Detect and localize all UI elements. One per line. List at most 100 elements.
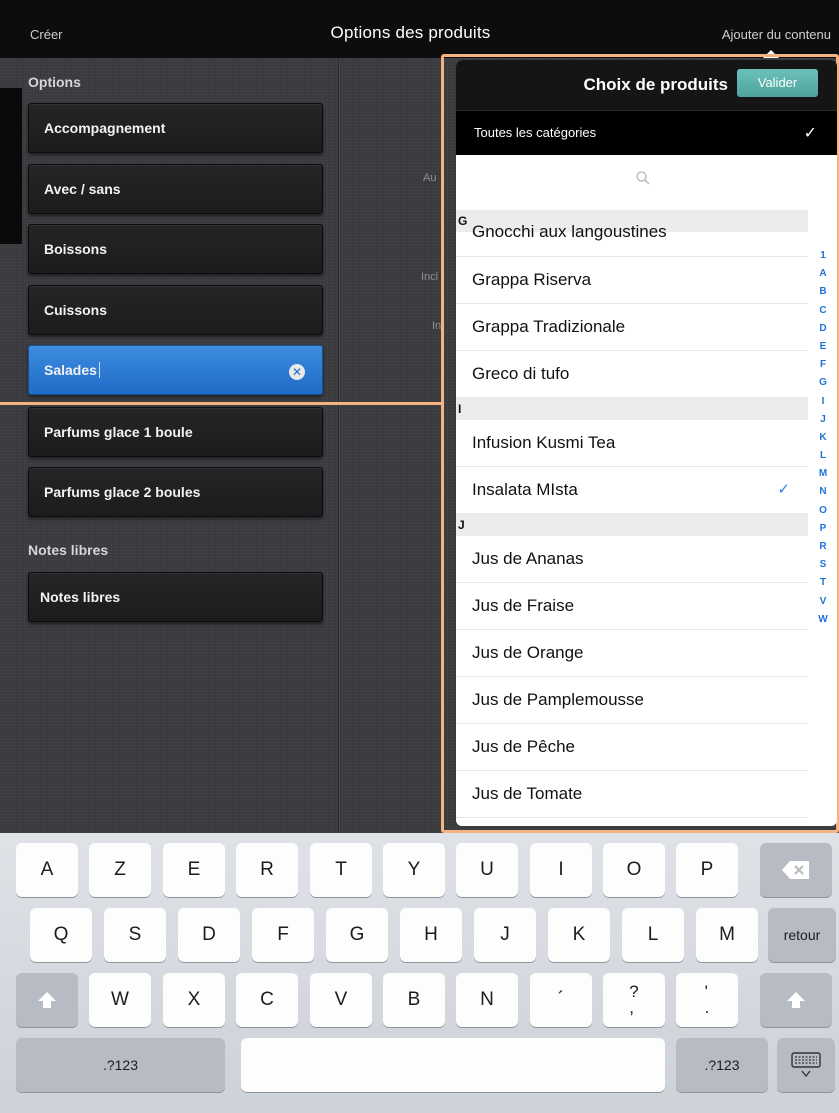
key[interactable]: A [16, 843, 78, 897]
list-item[interactable]: Grappa Riserva [456, 257, 808, 304]
index-letter[interactable]: A [812, 268, 834, 286]
category-selector[interactable]: Toutes les catégories ✓ [456, 110, 837, 155]
key[interactable]: E [163, 843, 225, 897]
list-item[interactable]: Jus de Pêche [456, 724, 808, 771]
popover-title: Choix de produits [583, 75, 729, 94]
list-item[interactable]: Gnocchi aux langoustines [456, 222, 808, 257]
question-comma-key[interactable]: ? , [603, 973, 665, 1027]
index-letter[interactable]: 1 [812, 250, 834, 268]
backspace-key[interactable] [760, 843, 832, 897]
index-letter[interactable]: P [812, 523, 834, 541]
index-letter[interactable]: W [812, 614, 834, 632]
text-cursor [98, 362, 100, 378]
hidden-label: In [432, 320, 442, 332]
hidden-label: Incl [421, 271, 439, 283]
option-accompagnement[interactable]: Accompagnement [28, 103, 323, 153]
index-letter[interactable]: J [812, 414, 834, 432]
list-item[interactable]: Jus de Pamplemousse [456, 677, 808, 724]
key[interactable]: Y [383, 843, 445, 897]
index-letter[interactable]: E [812, 341, 834, 359]
notes-button[interactable]: Notes libres [28, 572, 323, 622]
item-label: Infusion Kusmi Tea [472, 433, 616, 452]
shift-key[interactable] [16, 973, 78, 1027]
key[interactable]: B [383, 973, 445, 1027]
key[interactable]: H [400, 908, 462, 962]
list-item[interactable]: Grappa Tradizionale [456, 304, 808, 351]
key[interactable]: F [252, 908, 314, 962]
index-letter[interactable]: M [812, 468, 834, 486]
return-key[interactable]: retour [768, 908, 836, 962]
key[interactable]: J [474, 908, 536, 962]
index-letter[interactable]: B [812, 286, 834, 304]
key[interactable]: U [456, 843, 518, 897]
index-letter[interactable]: N [812, 486, 834, 504]
option-avec-sans[interactable]: Avec / sans [28, 164, 323, 214]
option-label: Accompagnement [44, 120, 166, 136]
list-item[interactable]: Jus de Tomate [456, 771, 808, 818]
shift-icon [787, 992, 805, 1008]
index-letter[interactable]: K [812, 432, 834, 450]
add-content-link[interactable]: Ajouter du contenu [722, 27, 831, 42]
key[interactable]: L [622, 908, 684, 962]
index-letter[interactable]: D [812, 323, 834, 341]
index-letter[interactable]: V [812, 596, 834, 614]
index-letter[interactable]: I [812, 396, 834, 414]
column-divider [338, 58, 340, 833]
key[interactable]: M [696, 908, 758, 962]
list-item[interactable]: Jus de Orange [456, 630, 808, 677]
list-item[interactable]: Jus de Ananas [456, 536, 808, 583]
list-item[interactable]: Infusion Kusmi Tea [456, 420, 808, 467]
index-letter[interactable]: R [812, 541, 834, 559]
key[interactable]: O [603, 843, 665, 897]
key[interactable]: Z [89, 843, 151, 897]
key[interactable]: P [676, 843, 738, 897]
key[interactable]: G [326, 908, 388, 962]
index-letter[interactable]: T [812, 577, 834, 595]
key[interactable]: R [236, 843, 298, 897]
option-salades-input[interactable]: Salades ✕ [28, 345, 323, 395]
option-parfums-2-boules[interactable]: Parfums glace 2 boules [28, 467, 323, 517]
key[interactable]: W [89, 973, 151, 1027]
key[interactable]: I [530, 843, 592, 897]
numbers-key[interactable]: .?123 [16, 1038, 225, 1092]
key[interactable]: N [456, 973, 518, 1027]
shift-key-right[interactable] [760, 973, 832, 1027]
option-label: Parfums glace 1 boule [44, 424, 193, 440]
option-parfums-1-boule[interactable]: Parfums glace 1 boule [28, 407, 323, 457]
list-item[interactable]: Jus de Fraise [456, 583, 808, 630]
validate-button[interactable]: Valider [737, 69, 818, 97]
clear-icon[interactable]: ✕ [289, 364, 305, 380]
space-key[interactable] [241, 1038, 665, 1092]
key[interactable]: C [236, 973, 298, 1027]
item-label: Jus de Ananas [472, 549, 584, 568]
option-label: Cuissons [44, 302, 108, 318]
option-boissons[interactable]: Boissons [28, 224, 323, 274]
item-label: Greco di tufo [472, 364, 570, 383]
index-letter[interactable]: G [812, 377, 834, 395]
alphabet-index[interactable]: 1 A B C D E F G I J K L M N O P R S T V … [812, 250, 834, 632]
key[interactable]: K [548, 908, 610, 962]
numbers-key-right[interactable]: .?123 [676, 1038, 768, 1092]
key[interactable]: V [310, 973, 372, 1027]
index-letter[interactable]: L [812, 450, 834, 468]
index-letter[interactable]: F [812, 359, 834, 377]
accent-key[interactable]: ´ [530, 973, 592, 1027]
list-item[interactable]: Greco di tufo [456, 351, 808, 398]
key[interactable]: D [178, 908, 240, 962]
product-list[interactable]: G Gnocchi aux langoustines Grappa Riserv… [456, 210, 808, 826]
key[interactable]: X [163, 973, 225, 1027]
key[interactable]: S [104, 908, 166, 962]
key[interactable]: Q [30, 908, 92, 962]
index-letter[interactable]: O [812, 505, 834, 523]
list-item-selected[interactable]: Insalata MIsta ✓ [456, 467, 808, 514]
index-letter[interactable]: S [812, 559, 834, 577]
apostrophe-period-key[interactable]: ' . [676, 973, 738, 1027]
section-header-i: I [456, 398, 808, 420]
index-letter[interactable]: C [812, 305, 834, 323]
product-chooser-popover: Choix de produits Valider Toutes les cat… [456, 60, 837, 826]
option-cuissons[interactable]: Cuissons [28, 285, 323, 335]
key[interactable]: T [310, 843, 372, 897]
notes-header: Notes libres [28, 542, 109, 558]
backspace-icon [782, 861, 809, 879]
hide-keyboard-key[interactable] [777, 1038, 835, 1092]
